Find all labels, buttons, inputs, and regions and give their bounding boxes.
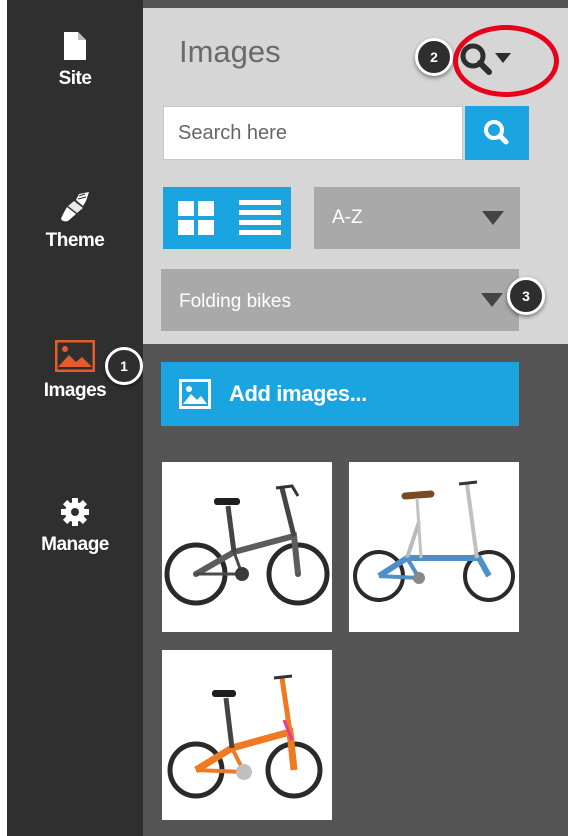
image-thumbnail-dark-grey-folding-bike[interactable] [162, 462, 332, 632]
images-panel: Images 2 Search here A-Z Folding bikes 3… [143, 0, 568, 836]
grid-view-button[interactable] [163, 187, 229, 249]
sidebar-item-label: Site [58, 68, 92, 89]
sidebar-item-theme[interactable]: Theme [7, 192, 143, 252]
document-icon [64, 32, 86, 60]
search-input[interactable] [163, 106, 463, 160]
app-frame: Site Theme Images 1 Manage Images 2 Sear… [0, 0, 568, 836]
gear-icon [61, 498, 89, 526]
folding-bike-image [164, 484, 330, 606]
image-icon [55, 340, 95, 372]
sidebar-item-site[interactable]: Site [7, 32, 143, 90]
list-icon [239, 200, 281, 235]
chevron-down-icon [482, 211, 504, 225]
category-dropdown-value: Folding bikes [179, 291, 291, 312]
image-thumbnail-blue-folding-bike[interactable] [349, 462, 519, 632]
sidebar: Site Theme Images 1 Manage [7, 0, 143, 836]
sidebar-item-label: Manage [41, 534, 109, 555]
callout-badge-2: 2 [415, 38, 453, 76]
list-view-button[interactable] [229, 187, 291, 249]
page-title: Images [179, 34, 281, 69]
search-icon [484, 120, 509, 145]
sort-dropdown-value: A-Z [332, 207, 363, 228]
sidebar-item-label: Theme [45, 230, 105, 251]
callout-badge-1: 1 [105, 347, 143, 385]
add-images-button[interactable]: Add images... [161, 362, 519, 426]
callout-badge-3: 3 [507, 277, 545, 315]
highlight-ring [453, 25, 559, 97]
chevron-down-icon [481, 293, 503, 307]
panel-header: Images 2 Search here A-Z Folding bikes 3 [143, 8, 568, 344]
paintbrush-icon [61, 192, 89, 222]
folding-bike-image [353, 480, 515, 602]
image-icon [179, 379, 211, 409]
search-button[interactable] [465, 106, 529, 160]
folding-bike-image [167, 674, 323, 799]
add-images-label: Add images... [229, 381, 367, 406]
category-dropdown[interactable]: Folding bikes [161, 269, 519, 331]
grid-icon [178, 201, 214, 235]
image-thumbnail-orange-folding-bike[interactable] [162, 650, 332, 820]
sidebar-item-manage[interactable]: Manage [7, 498, 143, 556]
sort-dropdown[interactable]: A-Z [314, 187, 520, 249]
